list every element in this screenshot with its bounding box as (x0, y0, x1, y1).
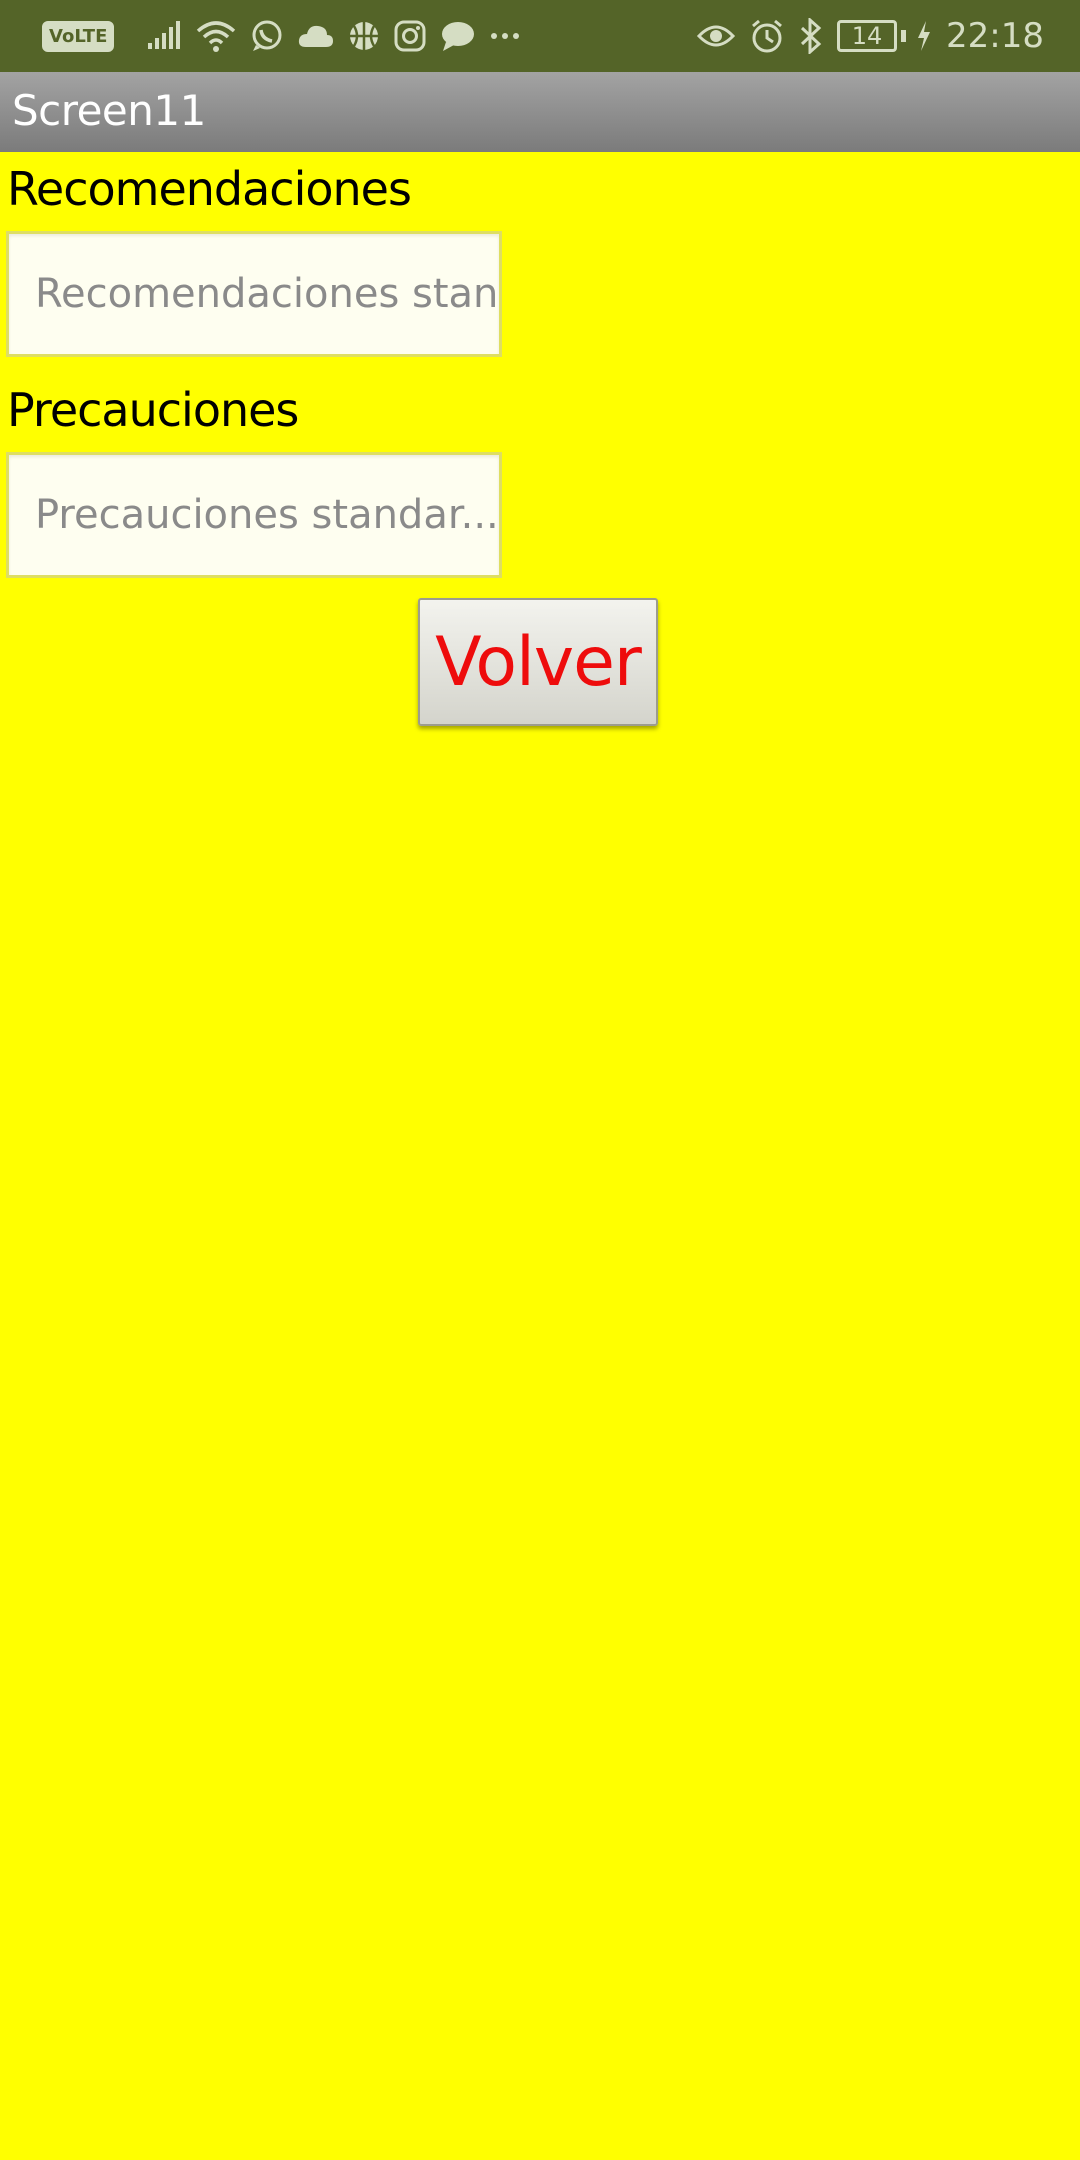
cloud-icon (299, 25, 334, 47)
signal-icon (148, 21, 181, 49)
charging-icon (918, 21, 931, 51)
precauciones-input[interactable] (6, 452, 502, 578)
wifi-icon (197, 21, 236, 52)
status-bar-right: 14 22:18 (697, 0, 1044, 72)
battery-icon: 14 (837, 20, 898, 52)
battery-tip (901, 30, 907, 42)
status-bar-left: VoLTE (42, 0, 534, 72)
basketball-icon (350, 22, 379, 50)
volver-button[interactable]: Volver (418, 598, 658, 726)
precauciones-label: Precauciones (7, 383, 299, 437)
bluetooth-icon (800, 18, 822, 54)
volte-badge: VoLTE (42, 20, 115, 52)
whatsapp-icon (252, 20, 282, 51)
recomendaciones-label: Recomendaciones (7, 162, 412, 216)
recomendaciones-input[interactable] (6, 231, 502, 357)
instagram-icon (394, 20, 426, 52)
alarm-icon (752, 19, 782, 53)
status-clock: 22:18 (946, 16, 1044, 56)
screen-title: Screen11 (12, 86, 206, 135)
more-icon (491, 33, 520, 39)
message-icon (442, 22, 475, 51)
status-bar: VoLTE 14 22:18 (0, 0, 1080, 72)
eye-icon (697, 25, 736, 47)
title-bar: Screen11 (0, 72, 1080, 152)
